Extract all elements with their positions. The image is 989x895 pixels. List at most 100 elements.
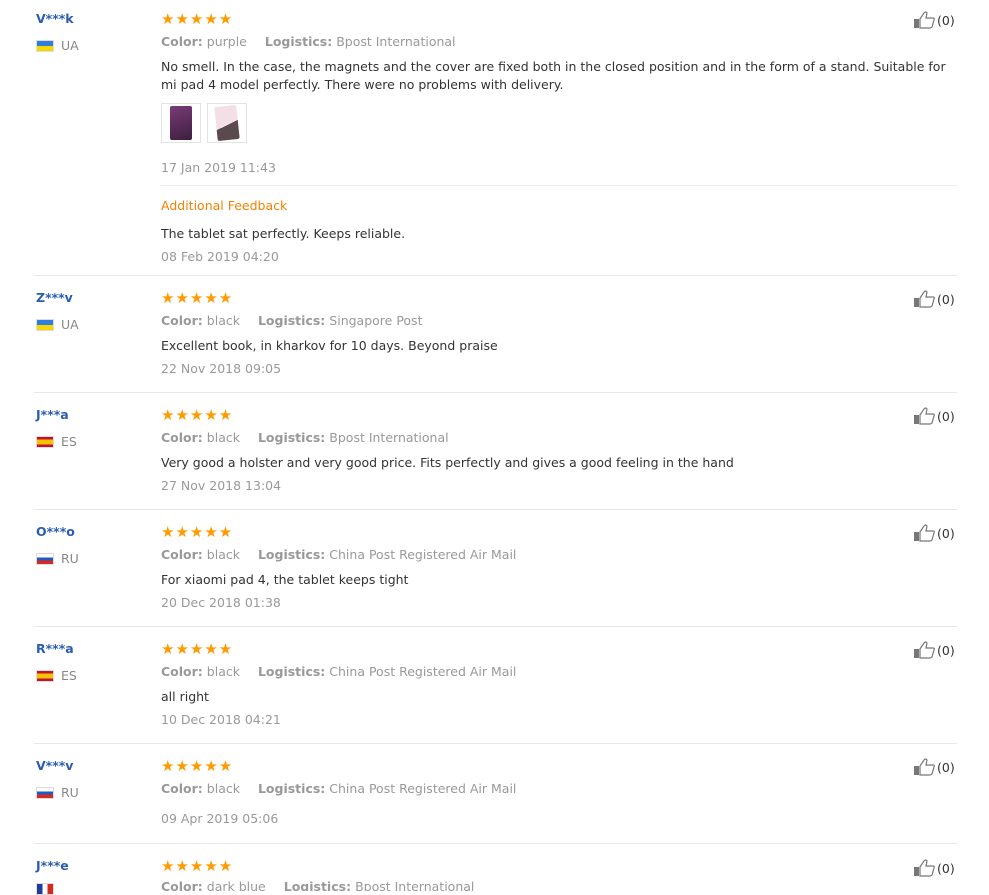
thumbs-up-icon bbox=[914, 11, 935, 29]
logistics-label: Logistics: bbox=[283, 879, 352, 891]
helpful-count: (0) bbox=[937, 12, 955, 28]
color-label: Color: bbox=[161, 547, 203, 562]
review-date: 09 Apr 2019 05:06 bbox=[161, 811, 279, 826]
flag-icon bbox=[36, 435, 54, 448]
color-label: Color: bbox=[161, 879, 203, 891]
logistics-value: Singapore Post bbox=[329, 313, 423, 328]
helpful-count: (0) bbox=[937, 525, 955, 541]
color-value: purple bbox=[206, 34, 247, 49]
reviewer-country bbox=[36, 883, 54, 895]
review-text: all right bbox=[161, 689, 209, 704]
additional-feedback-date: 08 Feb 2019 04:20 bbox=[161, 249, 279, 264]
review-photos bbox=[161, 103, 247, 143]
reviewer-name[interactable]: J***a bbox=[36, 407, 69, 422]
logistics-label: Logistics: bbox=[257, 664, 326, 679]
reviewer-country: UA bbox=[36, 317, 79, 332]
helpful-count: (0) bbox=[937, 408, 955, 424]
additional-feedback-title: Additional Feedback bbox=[161, 198, 288, 213]
helpful-count: (0) bbox=[937, 860, 955, 876]
review-meta: Color: dark blue Logistics: Bpost Intern… bbox=[161, 879, 474, 891]
star-rating: ★★★★★ bbox=[161, 640, 234, 658]
review-meta: Color: black Logistics: China Post Regis… bbox=[161, 664, 516, 679]
reviewer-country: RU bbox=[36, 785, 79, 800]
color-label: Color: bbox=[161, 664, 203, 679]
review-divider bbox=[34, 392, 957, 393]
star-rating: ★★★★★ bbox=[161, 857, 234, 875]
reviewer-country: UA bbox=[36, 38, 79, 53]
helpful-button[interactable]: (0) bbox=[913, 407, 955, 425]
reviewer-name[interactable]: O***o bbox=[36, 524, 75, 539]
star-rating: ★★★★★ bbox=[161, 523, 234, 541]
country-code: UA bbox=[61, 38, 79, 53]
thumbs-up-icon bbox=[914, 859, 935, 877]
logistics-value: China Post Registered Air Mail bbox=[329, 664, 517, 679]
thumbs-up-icon bbox=[914, 290, 935, 308]
color-value: dark blue bbox=[206, 879, 266, 891]
reviewer-country: ES bbox=[36, 668, 77, 683]
logistics-label: Logistics: bbox=[257, 781, 326, 796]
flag-icon bbox=[36, 786, 54, 799]
color-value: black bbox=[206, 664, 240, 679]
review-text: No smell. In the case, the magnets and t… bbox=[161, 59, 946, 92]
reviewer-name[interactable]: V***k bbox=[36, 11, 74, 26]
logistics-value: Bpost International bbox=[355, 879, 475, 891]
color-value: black bbox=[206, 430, 240, 445]
color-value: black bbox=[206, 313, 240, 328]
helpful-count: (0) bbox=[937, 759, 955, 775]
reviewer-name[interactable]: Z***v bbox=[36, 290, 73, 305]
review-divider bbox=[34, 843, 957, 844]
helpful-button[interactable]: (0) bbox=[913, 11, 955, 29]
reviewer-name[interactable]: J***e bbox=[36, 858, 69, 873]
thumbs-up-icon bbox=[914, 407, 935, 425]
color-value: black bbox=[206, 781, 240, 796]
country-code: ES bbox=[61, 434, 77, 449]
reviewer-country: RU bbox=[36, 551, 79, 566]
thumbs-up-icon bbox=[914, 524, 935, 542]
flag-icon bbox=[36, 39, 54, 52]
review-photo-thumbnail[interactable] bbox=[161, 103, 201, 143]
helpful-button[interactable]: (0) bbox=[913, 641, 955, 659]
review-text: For xiaomi pad 4, the tablet keeps tight bbox=[161, 572, 409, 587]
color-label: Color: bbox=[161, 34, 203, 49]
flag-icon bbox=[36, 318, 54, 331]
helpful-button[interactable]: (0) bbox=[913, 859, 955, 877]
helpful-count: (0) bbox=[937, 642, 955, 658]
reviewer-name[interactable]: R***a bbox=[36, 641, 74, 656]
logistics-label: Logistics: bbox=[257, 313, 326, 328]
review-date: 10 Dec 2018 04:21 bbox=[161, 712, 281, 727]
review-photo-thumbnail[interactable] bbox=[207, 103, 247, 143]
review-meta: Color: purple Logistics: Bpost Internati… bbox=[161, 34, 456, 49]
divider bbox=[161, 185, 957, 186]
review-date: 22 Nov 2018 09:05 bbox=[161, 361, 282, 376]
country-code: RU bbox=[61, 785, 79, 800]
flag-icon bbox=[36, 552, 54, 565]
thumbs-up-icon bbox=[914, 641, 935, 659]
color-label: Color: bbox=[161, 781, 203, 796]
review-divider bbox=[34, 626, 957, 627]
logistics-label: Logistics: bbox=[257, 547, 326, 562]
helpful-button[interactable]: (0) bbox=[913, 290, 955, 308]
review-meta: Color: black Logistics: Singapore Post bbox=[161, 313, 422, 328]
reviewer-name[interactable]: V***v bbox=[36, 758, 73, 773]
star-rating: ★★★★★ bbox=[161, 757, 234, 775]
logistics-label: Logistics: bbox=[264, 34, 333, 49]
helpful-button[interactable]: (0) bbox=[913, 524, 955, 542]
logistics-value: China Post Registered Air Mail bbox=[329, 547, 517, 562]
flag-icon bbox=[36, 883, 54, 895]
logistics-value: Bpost International bbox=[336, 34, 456, 49]
review-meta: Color: black Logistics: China Post Regis… bbox=[161, 547, 516, 562]
review-date: 27 Nov 2018 13:04 bbox=[161, 478, 282, 493]
review-meta: Color: black Logistics: Bpost Internatio… bbox=[161, 430, 449, 445]
star-rating: ★★★★★ bbox=[161, 289, 234, 307]
review-text: Very good a holster and very good price.… bbox=[161, 455, 734, 470]
logistics-value: China Post Registered Air Mail bbox=[329, 781, 517, 796]
helpful-button[interactable]: (0) bbox=[913, 758, 955, 776]
review-meta: Color: black Logistics: China Post Regis… bbox=[161, 781, 516, 796]
country-code: UA bbox=[61, 317, 79, 332]
star-rating: ★★★★★ bbox=[161, 10, 234, 28]
thumbs-up-icon bbox=[914, 758, 935, 776]
flag-icon bbox=[36, 669, 54, 682]
star-rating: ★★★★★ bbox=[161, 406, 234, 424]
country-code: ES bbox=[61, 668, 77, 683]
reviewer-country: ES bbox=[36, 434, 77, 449]
